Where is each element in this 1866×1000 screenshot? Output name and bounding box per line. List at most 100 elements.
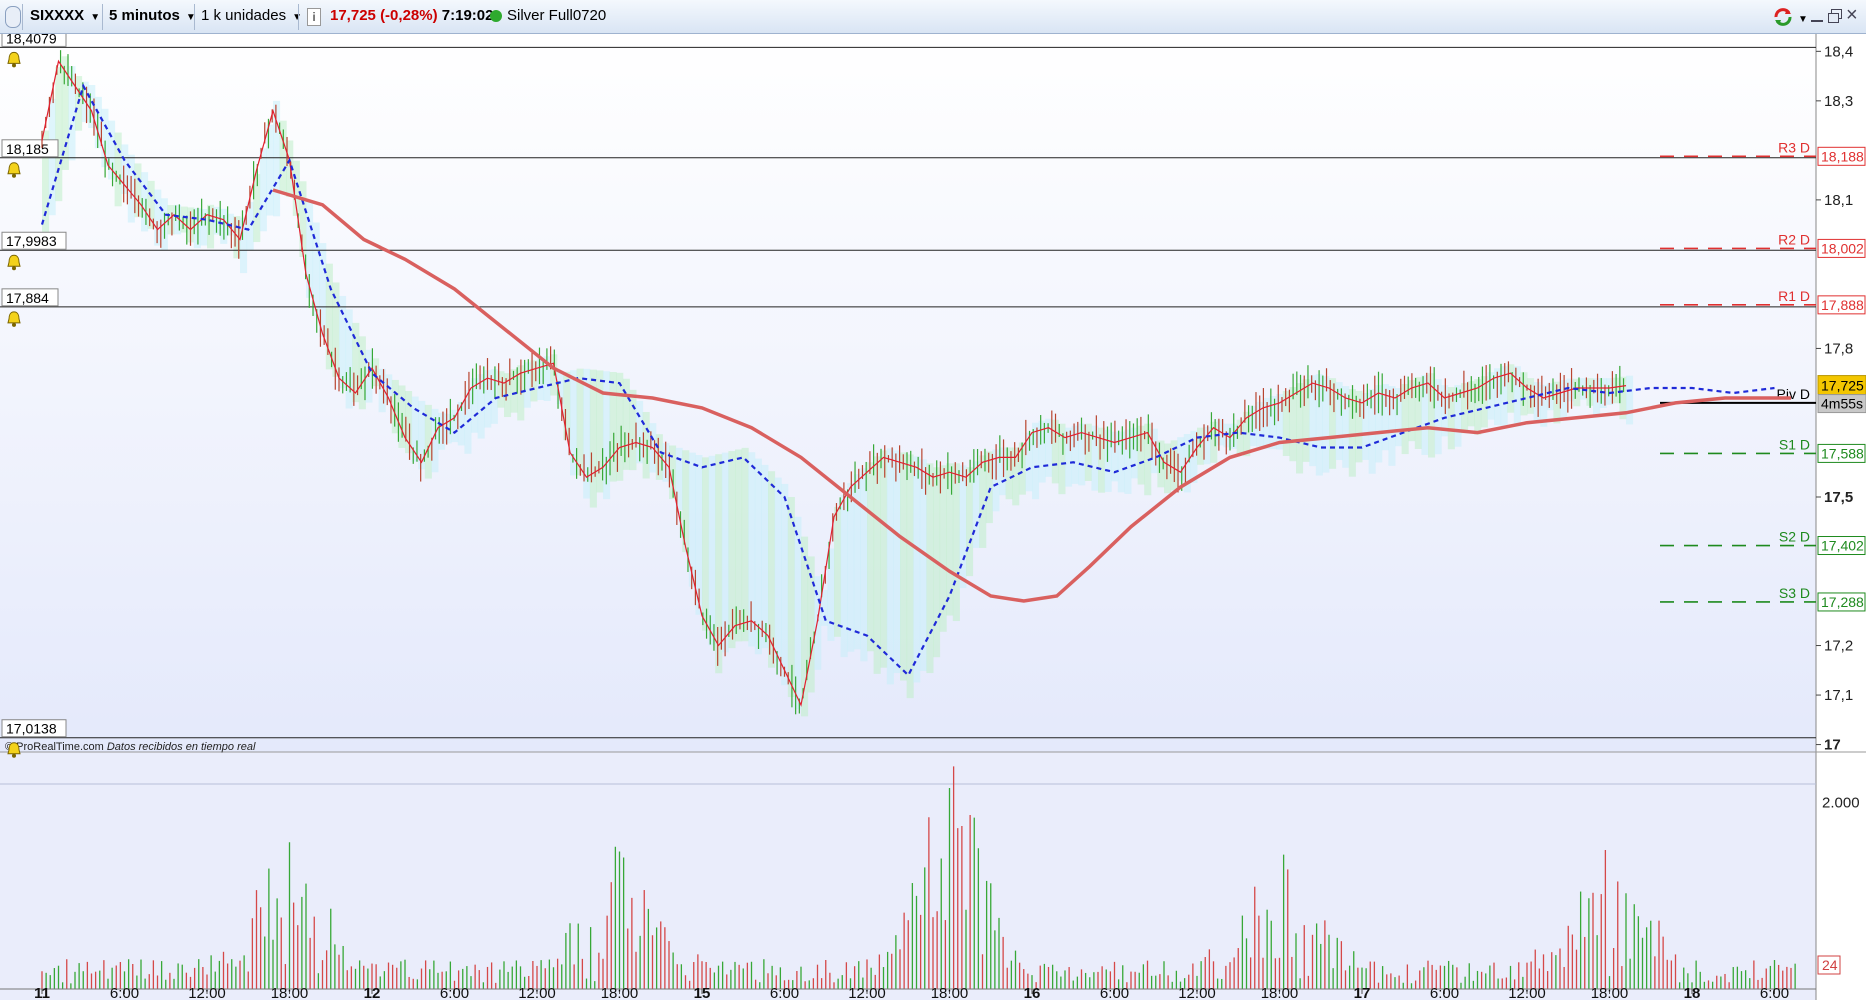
- level-label: 18,4079: [6, 34, 57, 46]
- units-label: 1 k unidades: [201, 7, 287, 24]
- cloud-band-segment: [840, 495, 848, 658]
- pivot-label: R2 D: [1778, 231, 1810, 247]
- x-tick-label: 12:00: [848, 985, 886, 1000]
- pivot-value-label: 18,002: [1821, 240, 1864, 256]
- level-label: 17,9983: [6, 233, 57, 249]
- chevron-down-icon[interactable]: ▼: [1798, 8, 1808, 32]
- pivot-value-label: 18,188: [1821, 148, 1864, 164]
- x-tick-label: 6:00: [110, 985, 139, 1000]
- last-price-label: 17,725: [1821, 378, 1864, 394]
- cloud-band-segment: [966, 467, 974, 577]
- status-dot-icon: [490, 10, 502, 22]
- cloud-band-segment: [959, 465, 967, 589]
- close-icon[interactable]: ×: [1846, 3, 1858, 27]
- symbol-selector[interactable]: SIXXXX ▼: [30, 4, 100, 28]
- units-selector[interactable]: 1 k unidades▼: [201, 4, 302, 28]
- x-tick-label: 6:00: [1430, 985, 1459, 1000]
- cloud-band-segment: [814, 576, 822, 670]
- bell-icon-body: [7, 742, 21, 755]
- cloud-band-segment: [867, 462, 875, 652]
- level-label: 17,884: [6, 290, 49, 306]
- pivot-label: S3 D: [1779, 585, 1810, 601]
- x-tick-label: 18:00: [931, 985, 969, 1000]
- bell-icon-clapper: [12, 63, 16, 68]
- cloud-band-segment: [847, 483, 855, 652]
- cloud-band-segment: [339, 295, 347, 389]
- pivot-label: S2 D: [1779, 529, 1810, 545]
- y-tick-label: 17,1: [1824, 687, 1853, 704]
- cloud-band-segment: [1626, 375, 1634, 425]
- symbol-label: SIXXXX: [30, 7, 85, 24]
- sync-icon[interactable]: [1772, 6, 1794, 28]
- x-tick-label: 17: [1354, 985, 1371, 1000]
- cloud-band-segment: [1520, 372, 1528, 416]
- bell-icon-body: [7, 162, 21, 175]
- handle-icon[interactable]: [5, 6, 21, 28]
- cloud-band-segment: [55, 67, 63, 202]
- last-price: 17,725: [330, 7, 376, 24]
- x-tick-label: 11: [34, 985, 50, 1000]
- clock-time: 7:19:02: [441, 7, 494, 24]
- x-tick-label: 12:00: [188, 985, 226, 1000]
- y-tick-label: 18,4: [1824, 43, 1853, 60]
- x-tick-label: 18:00: [1261, 985, 1299, 1000]
- copyright-text: © ProRealTime.com Datos recibidos en tie…: [5, 741, 256, 753]
- x-tick-label: 12: [364, 985, 381, 1000]
- price-chart[interactable]: © ProRealTime.com Datos recibidos en tie…: [0, 34, 1866, 1000]
- cloud-band-segment: [259, 148, 267, 232]
- cloud-band-segment: [873, 456, 881, 674]
- cloud-band-segment: [108, 120, 116, 180]
- axis-background: [1816, 34, 1866, 1000]
- cloud-band-segment: [273, 100, 281, 217]
- cloud-band-segment: [1296, 383, 1304, 474]
- cloud-band-segment: [926, 463, 934, 674]
- x-tick-label: 18:00: [601, 985, 639, 1000]
- cloud-band-segment: [609, 372, 617, 482]
- cloud-band-segment: [748, 452, 756, 647]
- timeframe-selector[interactable]: 5 minutos ▼: [109, 4, 196, 28]
- pivot-label: S1 D: [1779, 436, 1810, 452]
- info-icon[interactable]: i: [307, 8, 321, 26]
- pivot-value-label: 17,588: [1821, 445, 1864, 461]
- price-readout: 17,725 (-0,28%) 7:19:02: [330, 4, 493, 28]
- y-tick-label: 17: [1824, 737, 1841, 754]
- bell-icon-body: [7, 51, 21, 64]
- x-tick-label: 15: [694, 985, 711, 1000]
- chevron-down-icon: ▼: [90, 12, 101, 23]
- y-tick-label: 17,8: [1824, 340, 1853, 357]
- x-tick-label: 6:00: [770, 985, 799, 1000]
- x-tick-label: 18:00: [1591, 985, 1629, 1000]
- bell-icon-clapper: [12, 266, 16, 271]
- level-label: 17,0138: [6, 721, 57, 737]
- chart-toolbar: SIXXXX▼ 5 minutos▼ 1 k unidades▼ i 17,72…: [0, 0, 1866, 34]
- price-change: (-0,28%): [380, 7, 438, 24]
- y-tick-label: 18,3: [1824, 93, 1853, 110]
- account-label: Silver Full0720: [507, 7, 607, 24]
- cloud-band-segment: [345, 309, 353, 409]
- x-tick-label: 18:00: [271, 985, 309, 1000]
- x-tick-label: 6:00: [1100, 985, 1129, 1000]
- bell-icon-clapper: [12, 322, 16, 327]
- cloud-band-segment: [702, 457, 710, 631]
- y-tick-label: 18,1: [1824, 192, 1853, 209]
- cloud-band-segment: [774, 477, 782, 662]
- x-tick-label: 6:00: [1760, 985, 1789, 1000]
- volume-tick-label: 2.000: [1822, 795, 1860, 812]
- x-tick-label: 12:00: [518, 985, 556, 1000]
- x-tick-label: 6:00: [440, 985, 469, 1000]
- pivot-value-label: 17,402: [1821, 538, 1864, 554]
- cloud-band-segment: [900, 452, 908, 681]
- x-tick-label: 16: [1024, 985, 1041, 1000]
- restore-icon[interactable]: [1828, 8, 1842, 24]
- bell-icon-clapper: [12, 753, 16, 758]
- cloud-band-segment: [781, 483, 789, 686]
- y-tick-label: 17,5: [1824, 489, 1853, 506]
- bell-icon-body: [7, 311, 21, 324]
- x-tick-label: 18: [1684, 985, 1701, 1000]
- cloud-band-segment: [913, 456, 921, 683]
- cloud-band-segment: [1513, 366, 1521, 427]
- pivot-label: R3 D: [1778, 139, 1810, 155]
- cloud-band-segment: [741, 447, 749, 642]
- minimize-icon[interactable]: [1810, 6, 1824, 26]
- pivot-value-label: 17,288: [1821, 594, 1864, 610]
